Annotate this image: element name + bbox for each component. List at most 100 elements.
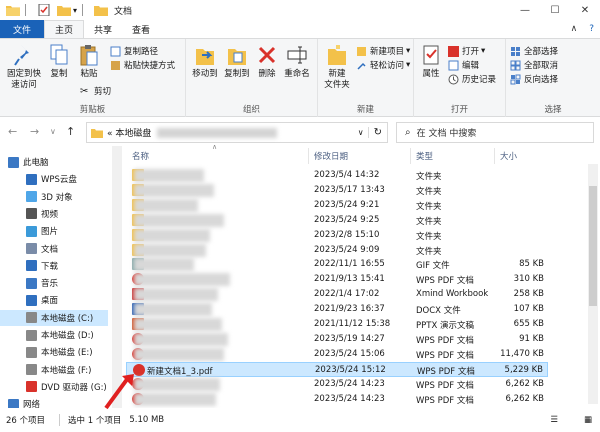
- redacted-filename: [134, 288, 218, 302]
- copy-button[interactable]: 复制: [46, 43, 72, 80]
- scrollbar-thumb[interactable]: [589, 186, 597, 306]
- desktop-icon: [26, 294, 37, 306]
- column-header-type[interactable]: 类型: [416, 150, 433, 162]
- invert-selection-button[interactable]: 反向选择: [510, 73, 558, 85]
- search-box[interactable]: ⌕ 在 文档 中搜索: [396, 122, 594, 143]
- file-type: 文件夹: [416, 231, 442, 242]
- easy-access-button[interactable]: 轻松访问 ▾: [356, 59, 410, 71]
- close-button[interactable]: ✕: [570, 0, 600, 20]
- file-type: WPS PDF 文档: [416, 335, 474, 346]
- maximize-button[interactable]: ☐: [540, 0, 570, 20]
- copy-path-button[interactable]: 复制路径: [110, 45, 158, 57]
- new-folder-quick-icon[interactable]: [57, 4, 71, 16]
- history-button[interactable]: 历史记录: [448, 73, 496, 85]
- open-button[interactable]: 打开 ▾: [448, 45, 485, 57]
- navigation-scrollbar[interactable]: [112, 146, 122, 408]
- select-all-icon: [511, 46, 520, 56]
- tab-view[interactable]: 查看: [122, 20, 160, 38]
- nav-item[interactable]: 本地磁盘 (E:): [0, 344, 108, 360]
- tab-share[interactable]: 共享: [84, 20, 122, 38]
- edit-icon: [448, 60, 459, 70]
- new-item-button[interactable]: 新建项目 ▾: [356, 45, 410, 57]
- file-row[interactable]: 2023/5/17 13:43 文件夹: [126, 183, 548, 198]
- file-row[interactable]: 2023/5/24 9:09 文件夹: [126, 243, 548, 258]
- file-row[interactable]: 2023/5/24 14:23 WPS PDF 文档 6,262 KB: [126, 377, 548, 392]
- file-row[interactable]: 2021/11/12 15:38 PPTX 演示文稿 655 KB: [126, 317, 548, 332]
- nav-item[interactable]: 本地磁盘 (C:): [0, 309, 108, 326]
- pin-quick-access-button[interactable]: 固定到快 速访问: [6, 43, 42, 91]
- drive-icon: [26, 312, 37, 324]
- large-icons-view-icon[interactable]: ▦: [584, 415, 592, 425]
- column-header-modified[interactable]: 修改日期: [314, 150, 348, 162]
- nav-item[interactable]: 音乐: [0, 275, 108, 291]
- recent-locations-button[interactable]: ∨: [50, 127, 56, 136]
- new-folder-button[interactable]: 新建 文件夹: [322, 43, 352, 91]
- file-row[interactable]: 2023/5/24 9:21 文件夹: [126, 198, 548, 213]
- properties-check-icon[interactable]: [37, 4, 51, 16]
- ribbon-collapse-icon[interactable]: ∧: [571, 24, 578, 34]
- file-modified: 2023/5/4 14:32: [314, 170, 380, 180]
- file-row[interactable]: 新建文档1_3.pdf 2023/5/24 15:12 WPS PDF 文档 5,22…: [126, 361, 548, 377]
- file-row[interactable]: 2023/5/24 15:06 WPS PDF 文档 11,470 KB: [126, 347, 548, 362]
- paste-button[interactable]: 粘贴: [76, 43, 102, 80]
- move-to-button[interactable]: 移动到: [190, 43, 220, 80]
- rename-button[interactable]: 重命名: [282, 43, 312, 80]
- column-separator[interactable]: [494, 148, 495, 164]
- forward-button[interactable]: →: [30, 125, 39, 138]
- tab-home[interactable]: 主页: [44, 20, 85, 38]
- drive-icon: [26, 346, 37, 358]
- tab-file[interactable]: 文件: [0, 20, 45, 38]
- search-input[interactable]: 在 文档 中搜索: [417, 126, 477, 139]
- nav-item[interactable]: 3D 对象: [0, 189, 108, 205]
- column-header-name[interactable]: 名称: [132, 150, 149, 162]
- select-all-button[interactable]: 全部选择: [510, 45, 558, 57]
- nav-item[interactable]: 下载: [0, 258, 108, 274]
- file-row[interactable]: 2021/9/13 15:41 WPS PDF 文档 310 KB: [126, 272, 548, 287]
- details-view-icon[interactable]: ☰: [550, 415, 558, 425]
- file-row[interactable]: 2022/1/4 17:02 Xmind Workbook 258 KB: [126, 287, 548, 302]
- minimize-button[interactable]: —: [510, 0, 540, 20]
- history-icon: [448, 74, 459, 84]
- title-bar: ▾ 文档 — ☐ ✕: [0, 0, 600, 20]
- file-row[interactable]: 2023/2/8 15:10 文件夹: [126, 228, 548, 243]
- back-button[interactable]: ←: [8, 125, 17, 138]
- redacted-filename: [134, 169, 204, 182]
- file-type: WPS PDF 文档: [416, 380, 474, 391]
- file-row[interactable]: 2023/5/24 9:25 文件夹: [126, 213, 548, 228]
- refresh-button[interactable]: ↻: [367, 127, 387, 138]
- column-separator[interactable]: [308, 148, 309, 164]
- nav-item[interactable]: 此电脑: [0, 154, 108, 170]
- help-icon[interactable]: ?: [589, 24, 594, 34]
- file-row[interactable]: 2022/11/1 16:55 GIF 文件 85 KB: [126, 257, 548, 272]
- delete-button[interactable]: 删除: [256, 43, 278, 80]
- properties-button[interactable]: 属性: [418, 43, 444, 80]
- paste-shortcut-button[interactable]: 粘贴快捷方式: [110, 59, 175, 71]
- nav-item[interactable]: 本地磁盘 (F:): [0, 362, 108, 378]
- nav-item[interactable]: 视频: [0, 206, 108, 222]
- column-separator[interactable]: [410, 148, 411, 164]
- nav-item[interactable]: 本地磁盘 (D:): [0, 327, 108, 343]
- file-row[interactable]: 2023/5/4 14:32 文件夹: [126, 168, 548, 183]
- nav-item-label: 本地磁盘 (D:): [41, 331, 94, 341]
- cut-button[interactable]: ✂ 剪切: [80, 85, 111, 98]
- column-header-size[interactable]: 大小: [500, 150, 517, 162]
- edit-button[interactable]: 编辑: [448, 59, 479, 71]
- select-none-button[interactable]: 全部取消: [510, 59, 558, 71]
- copy-to-button[interactable]: 复制到: [222, 43, 252, 80]
- file-size: 6,262 KB: [505, 393, 544, 404]
- nav-item[interactable]: DVD 驱动器 (G:): [0, 379, 108, 395]
- file-row[interactable]: 2021/9/23 16:37 DOCX 文件 107 KB: [126, 302, 548, 317]
- file-row[interactable]: 2023/5/19 14:27 WPS PDF 文档 91 KB: [126, 332, 548, 347]
- up-button[interactable]: ↑: [66, 125, 75, 138]
- file-modified: 2023/5/24 9:09: [314, 244, 380, 255]
- picture-icon: [26, 225, 37, 237]
- invert-selection-icon: [510, 74, 521, 84]
- quick-access-dropdown-icon[interactable]: ▾: [73, 6, 77, 15]
- address-box[interactable]: « 本地磁盘 ∨ ↻: [86, 122, 388, 143]
- nav-item[interactable]: 图片: [0, 223, 108, 239]
- file-row[interactable]: 2023/5/24 14:23 WPS PDF 文档 6,262 KB: [126, 392, 548, 407]
- nav-item[interactable]: 文档: [0, 241, 108, 257]
- address-dropdown-button[interactable]: ∨: [358, 128, 364, 137]
- nav-item[interactable]: WPS云盘: [0, 171, 108, 187]
- nav-item[interactable]: 桌面: [0, 292, 108, 308]
